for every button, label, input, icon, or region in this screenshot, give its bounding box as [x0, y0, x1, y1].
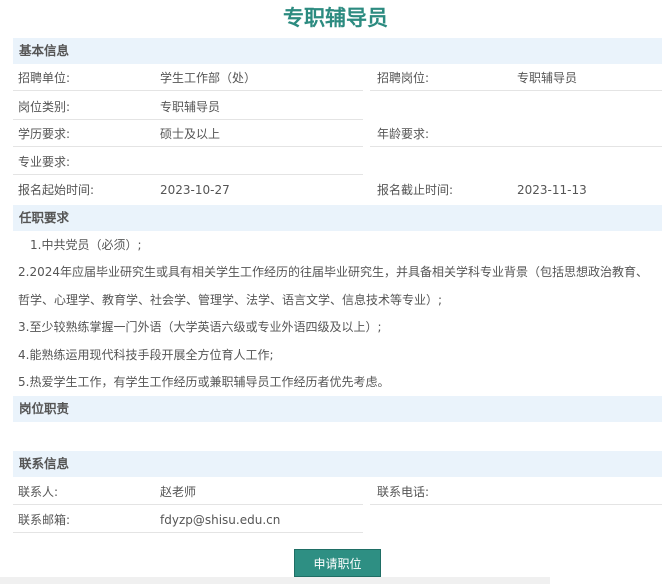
section-header-basic: 基本信息 — [13, 38, 662, 64]
row-divider — [13, 146, 363, 147]
section-header-contact: 联系信息 — [13, 451, 662, 477]
end-date-label: 报名截止时间: — [377, 183, 454, 197]
category-value: 专职辅导员 — [160, 100, 221, 114]
row-divider — [13, 504, 363, 505]
contact-email-value[interactable]: fdyzp@shisu.edu.cn — [160, 511, 280, 529]
section-header-requirements: 任职要求 — [13, 205, 662, 231]
page-title: 专职辅导员 — [283, 6, 388, 30]
requirement-item: 3.至少较熟练掌握一门外语（大学英语六级或专业外语四级及以上）; — [18, 320, 382, 334]
row-divider — [13, 119, 363, 120]
position-value: 专职辅导员 — [517, 71, 578, 85]
row-divider — [13, 532, 363, 533]
horizontal-scrollbar[interactable] — [0, 577, 550, 584]
row-divider — [13, 174, 363, 175]
section-header-duties: 岗位职责 — [13, 396, 662, 422]
education-label: 学历要求: — [18, 127, 71, 141]
job-detail-page: 专职辅导员 基本信息 招聘单位: 学生工作部（处） 招聘岗位: 专职辅导员 岗位… — [0, 0, 671, 584]
unit-label: 招聘单位: — [18, 71, 71, 85]
requirement-item: 5.热爱学生工作，有学生工作经历或兼职辅导员工作经历者优先考虑。 — [18, 375, 390, 389]
row-divider — [370, 504, 662, 505]
education-value: 硕士及以上 — [160, 127, 221, 141]
row-divider — [370, 90, 662, 91]
unit-value: 学生工作部（处） — [160, 71, 257, 85]
end-date-value: 2023-11-13 — [517, 183, 587, 197]
contact-email-label: 联系邮箱: — [18, 513, 71, 527]
position-label: 招聘岗位: — [377, 71, 430, 85]
row-divider — [370, 146, 662, 147]
contact-person-label: 联系人: — [18, 485, 59, 499]
start-date-value: 2023-10-27 — [160, 183, 230, 197]
major-label: 专业要求: — [18, 155, 71, 169]
start-date-label: 报名起始时间: — [18, 183, 95, 197]
contact-phone-label: 联系电话: — [377, 485, 430, 499]
requirement-item: 哲学、心理学、教育学、社会学、管理学、法学、语言文学、信息技术等专业）; — [18, 293, 443, 307]
row-divider — [13, 90, 363, 91]
requirement-item: 2.2024年应届毕业研究生或具有相关学生工作经历的往届毕业研究生，并具备相关学… — [18, 265, 648, 279]
requirement-item: 4.能熟练运用现代科技手段开展全方位育人工作; — [18, 348, 274, 362]
contact-person-value: 赵老师 — [160, 485, 197, 499]
category-label: 岗位类别: — [18, 100, 71, 114]
age-label: 年龄要求: — [377, 127, 430, 141]
apply-position-button[interactable]: 申请职位 — [294, 549, 381, 577]
requirement-item: 1.中共党员（必须）; — [30, 238, 142, 252]
